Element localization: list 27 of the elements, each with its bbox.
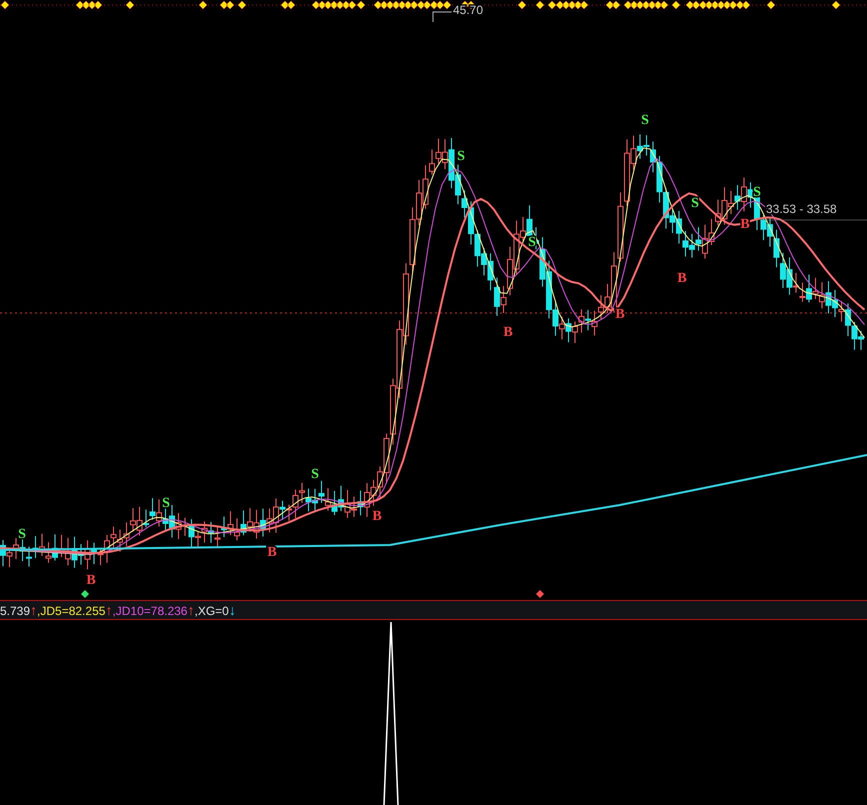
sell-signal-label: S (457, 149, 465, 164)
diamond-icon (81, 590, 89, 598)
buy-signal-label: B (267, 545, 277, 560)
trend-arrow: ↑ (30, 602, 38, 618)
price-label: 45.70 (453, 3, 484, 17)
indicator-value: ,JD10=78.236 (112, 604, 188, 618)
indicator-value: 5.739 (0, 604, 30, 618)
sell-signal-label: S (162, 496, 170, 511)
buy-signal-label: B (677, 271, 687, 286)
diamond-icon (536, 590, 544, 598)
sell-signal-label: S (311, 467, 319, 482)
buy-signal-label: B (615, 307, 625, 322)
buy-signal-label: B (503, 325, 513, 340)
indicator-value: ,JD5=82.255 (37, 604, 106, 618)
trend-arrow: ↓ (228, 602, 236, 618)
buy-signal-label: B (86, 573, 96, 588)
sell-signal-label: S (691, 196, 699, 211)
leader-line (432, 12, 452, 22)
buy-signal-label: B (372, 509, 382, 524)
trend-arrow: ↑ (105, 602, 112, 618)
sell-signal-label: S (528, 235, 536, 250)
sell-signal-label: S (641, 113, 649, 128)
sell-signal-label: S (18, 527, 26, 542)
indicator-value: ,XG=0 (194, 604, 229, 618)
sell-signal-label: S (753, 185, 761, 200)
trend-arrow: ↑ (187, 602, 194, 618)
price-label: 33.53 - 33.58 (766, 202, 837, 216)
